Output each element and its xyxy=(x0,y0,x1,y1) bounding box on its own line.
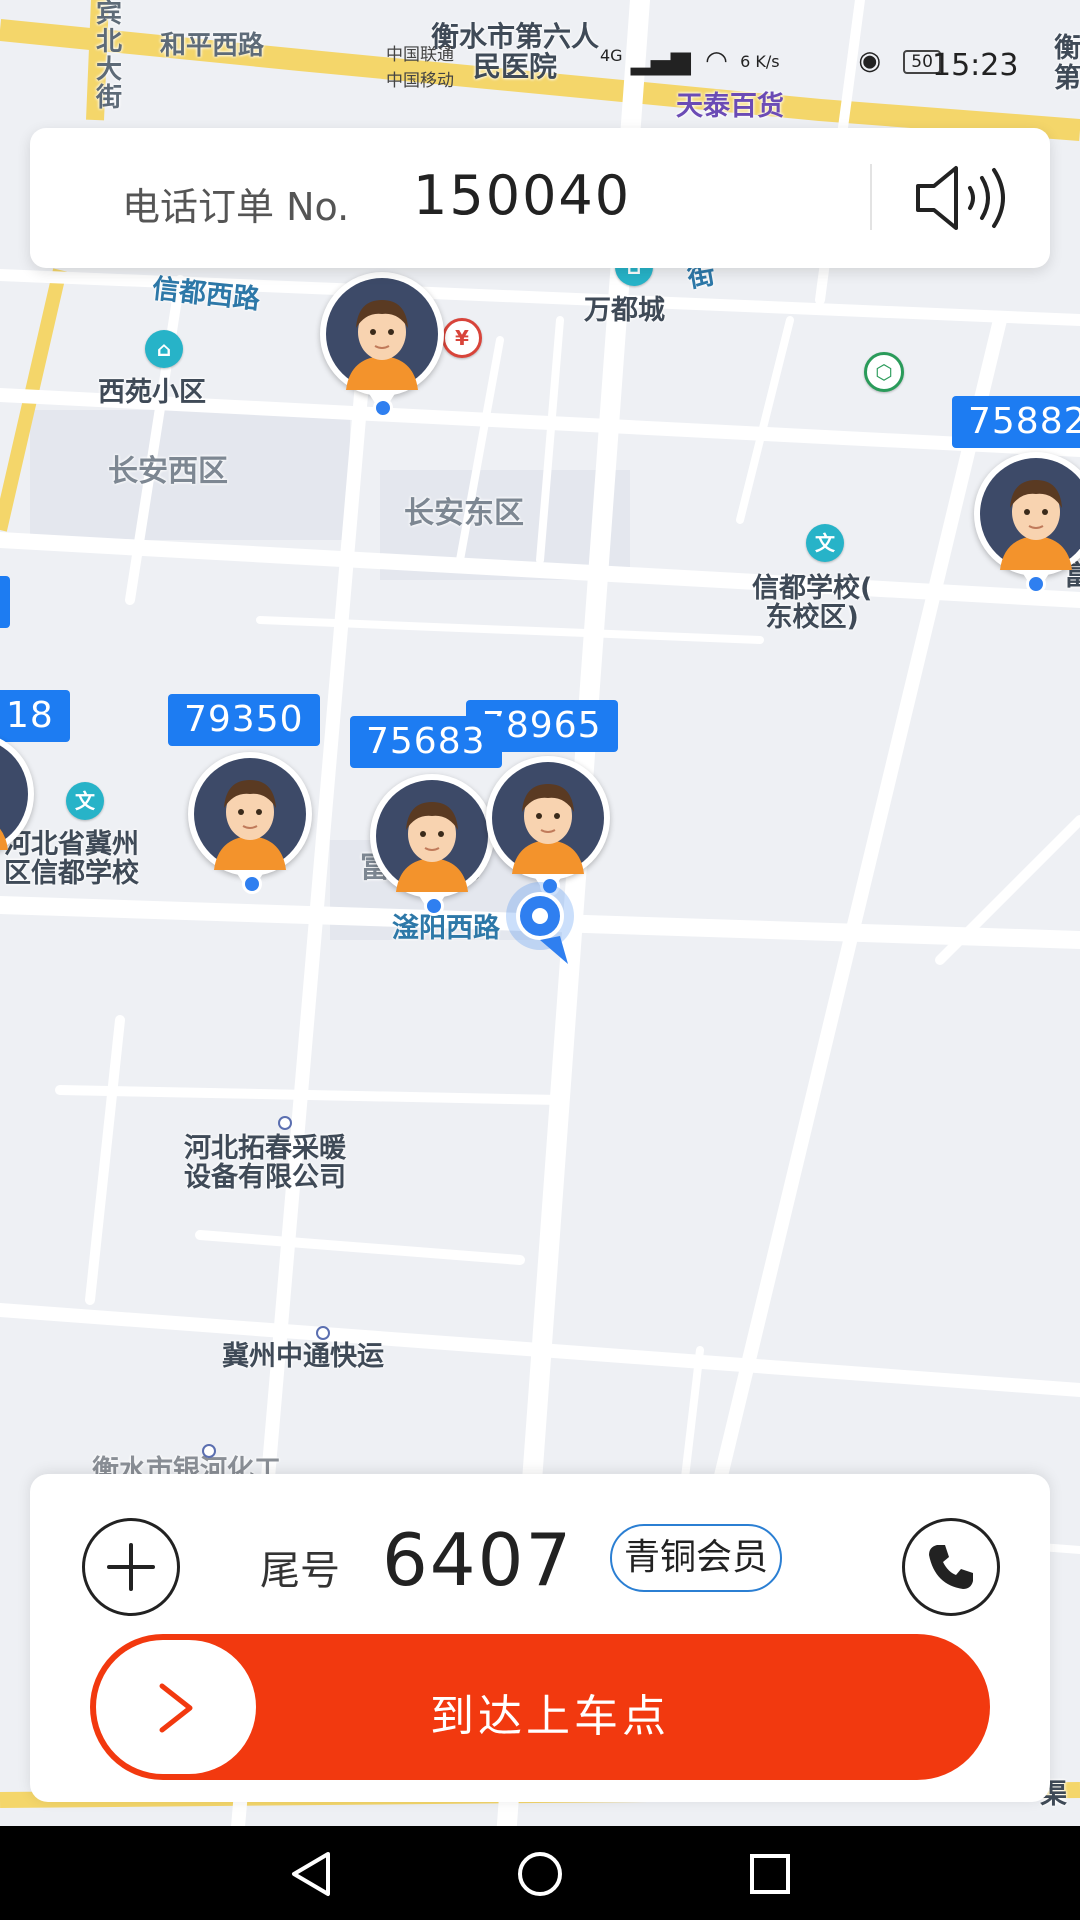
driver-avatar[interactable] xyxy=(974,452,1080,594)
order-card: 电话订单 No. 150040 xyxy=(30,128,1050,268)
speaker-button[interactable] xyxy=(910,160,1020,236)
status-time: 15:23 xyxy=(932,48,1019,83)
status-bar: 中国联通 中国移动 4G ▂▄▆ ◠ 6 K/s ◉ 50 15:23 xyxy=(380,30,1080,100)
carrier-2: 中国移动 xyxy=(386,71,454,91)
driver-id-tag[interactable] xyxy=(0,576,10,628)
district-label: 长安西区 xyxy=(108,454,228,489)
phone-icon xyxy=(929,1545,973,1589)
passenger-card: 尾号 6407 青铜会员 到达上车点 xyxy=(30,1474,1050,1802)
road-label: 宾北大街 xyxy=(96,0,123,113)
community-label: 西苑小区 xyxy=(98,377,206,408)
road-label: 滏阳西路 xyxy=(392,913,500,944)
bank-icon[interactable]: ¥ xyxy=(442,318,482,358)
order-number: 150040 xyxy=(413,164,632,227)
home-circle-icon xyxy=(518,1852,562,1896)
arrive-label: 到达上车点 xyxy=(430,1691,670,1742)
poi-dot-icon[interactable] xyxy=(316,1326,330,1340)
plus-icon xyxy=(107,1543,155,1591)
school-icon[interactable]: 文 xyxy=(66,782,104,820)
poi-dot-icon[interactable] xyxy=(202,1444,216,1458)
driver-avatar[interactable] xyxy=(486,756,610,898)
signal-icon: ▂▄▆ xyxy=(630,46,691,76)
driver-avatar[interactable] xyxy=(370,774,494,916)
tail-label: 尾号 xyxy=(260,1548,340,1594)
bank-icon[interactable]: ⬡ xyxy=(864,352,904,392)
company-label: 冀州中通快运 xyxy=(222,1341,384,1372)
driver-location-dot xyxy=(1026,574,1046,594)
wifi-icon: ◠ xyxy=(705,46,728,76)
driver-id-tag[interactable]: 18 xyxy=(0,690,70,742)
road-label: 和平西路 xyxy=(160,31,265,61)
driver-location-dot xyxy=(242,874,262,894)
poi-dot-icon[interactable] xyxy=(278,1116,292,1130)
back-button[interactable] xyxy=(282,1848,342,1900)
building-icon[interactable]: ⌂ xyxy=(145,330,183,368)
divider xyxy=(870,164,872,230)
driver-id-tag[interactable]: 75683 xyxy=(350,716,502,768)
driver-location-dot xyxy=(424,896,444,916)
call-button[interactable] xyxy=(902,1518,1000,1616)
add-button[interactable] xyxy=(82,1518,180,1616)
school-icon[interactable]: 文 xyxy=(806,524,844,562)
home-button[interactable] xyxy=(510,1848,570,1900)
status-icons: 4G ▂▄▆ ◠ 6 K/s ◉ 50 xyxy=(600,46,941,76)
driver-id-tag[interactable]: 79350 xyxy=(168,694,320,746)
mall-label: 万都城 xyxy=(584,295,665,326)
arrive-pickup-slider[interactable]: 到达上车点 xyxy=(90,1634,990,1780)
recent-apps-button[interactable] xyxy=(740,1848,800,1900)
speaker-icon xyxy=(916,166,1005,230)
driver-avatar[interactable] xyxy=(320,272,444,414)
my-location-icon[interactable] xyxy=(500,880,580,970)
driver-location-dot xyxy=(373,398,393,418)
company-label: 河北拓春采暖 设备有限公司 xyxy=(184,1133,346,1194)
driver-face-icon xyxy=(0,745,28,850)
back-triangle-icon xyxy=(292,1852,330,1896)
carrier-info: 中国联通 中国移动 xyxy=(386,42,454,94)
driver-avatar[interactable] xyxy=(188,752,312,894)
driver-face-icon xyxy=(492,762,604,874)
driver-face-icon xyxy=(194,758,306,870)
net-speed: 6 K/s xyxy=(740,51,780,71)
tail-number: 6407 xyxy=(382,1518,574,1602)
driver-id-tag[interactable]: 75882 xyxy=(952,396,1080,448)
battery-level: 50 xyxy=(911,51,933,72)
driver-face-icon xyxy=(980,458,1080,570)
location-icon: ◉ xyxy=(858,46,882,76)
recent-square-icon xyxy=(750,1854,790,1894)
member-badge: 青铜会员 xyxy=(610,1524,782,1592)
system-nav-bar xyxy=(0,1826,1080,1920)
driver-face-icon xyxy=(376,780,488,892)
carrier-1: 中国联通 xyxy=(386,45,454,65)
order-label: 电话订单 No. xyxy=(122,185,350,229)
driver-face-icon xyxy=(326,278,438,390)
school-label: 信都学校( 东校区) xyxy=(752,573,873,634)
network-type: 4G xyxy=(600,46,623,65)
district-label: 长安东区 xyxy=(404,496,524,531)
